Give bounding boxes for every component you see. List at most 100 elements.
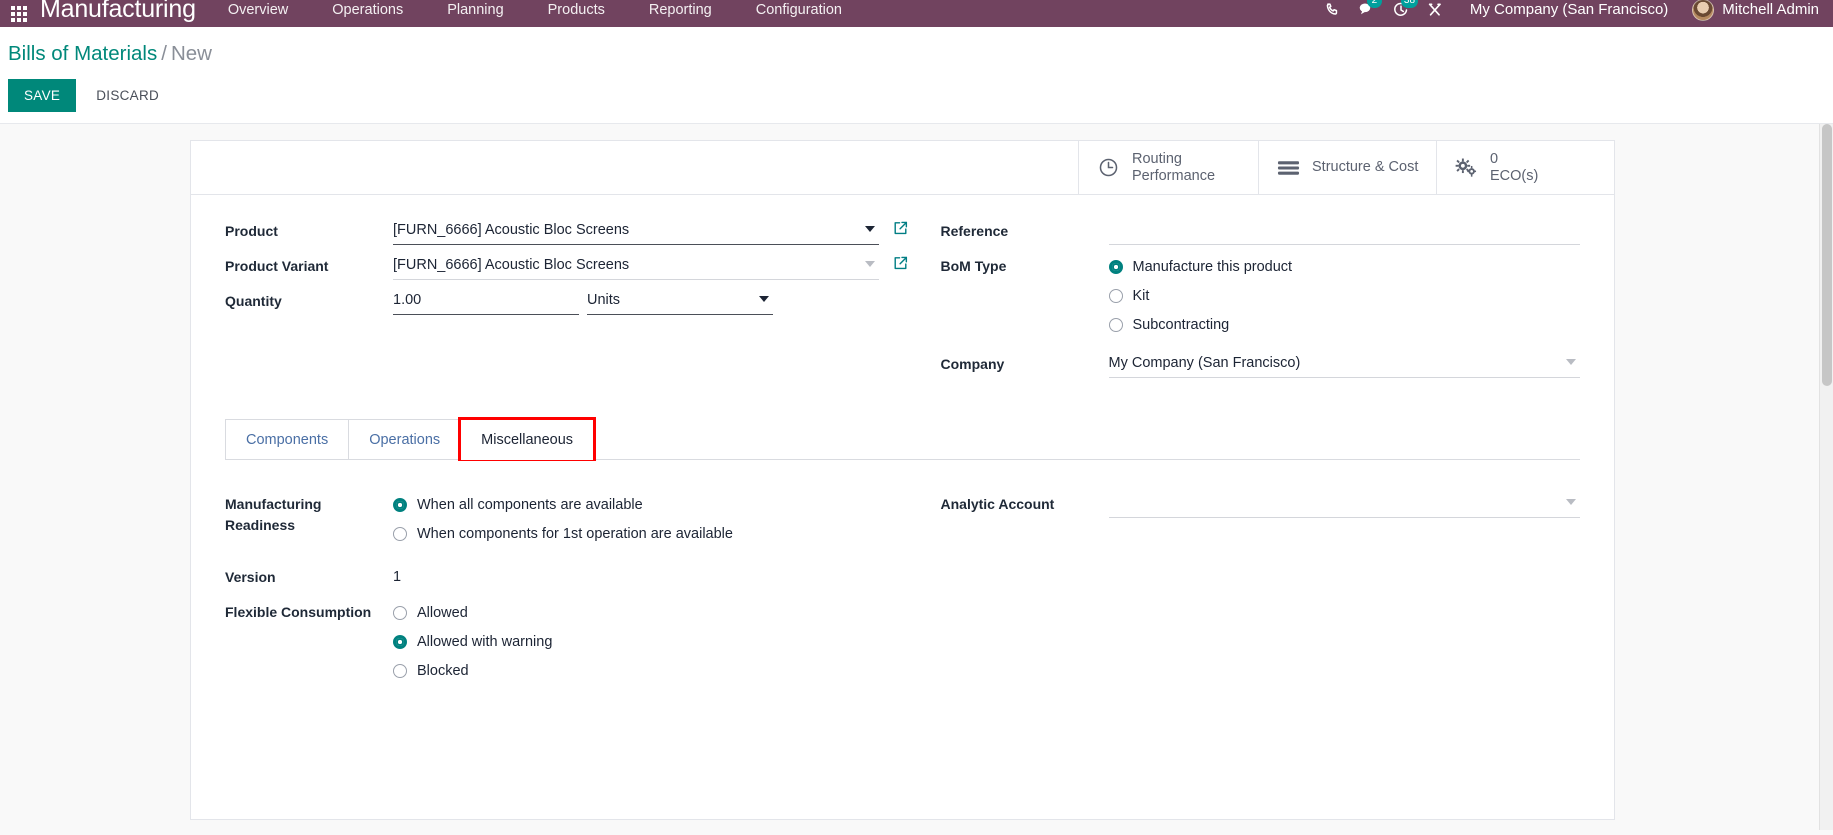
radio-icon[interactable] (393, 527, 407, 541)
messages-icon[interactable]: 2 (1350, 0, 1384, 21)
user-menu[interactable]: Mitchell Admin (1680, 0, 1819, 21)
discard-button[interactable]: DISCARD (80, 79, 175, 112)
product-input-wrap (393, 217, 879, 245)
radio-icon[interactable] (1108, 260, 1123, 274)
version-value: 1 (393, 569, 402, 585)
field-quantity: Quantity (225, 287, 879, 315)
radio-option-when-components-for-first-operation-available[interactable]: When components for 1st operation are av… (393, 520, 879, 549)
stat-button-ecos-label: ECO(s) (1490, 167, 1539, 184)
form-view-container: Routing Performance Structure & Cost 0 E… (0, 124, 1833, 830)
field-product-variant: Product Variant (225, 252, 907, 280)
radio-icon[interactable] (393, 664, 407, 678)
field-product-label: Product (225, 223, 278, 239)
menu-item-configuration[interactable]: Configuration (734, 0, 864, 23)
radio-option-allowed-with-warning[interactable]: Allowed with warning (393, 628, 879, 657)
field-product-variant-label: Product Variant (225, 258, 329, 274)
stat-button-structure-and-cost[interactable]: Structure & Cost (1258, 141, 1436, 194)
manufacturing-readiness-options: When all components are available When c… (393, 490, 879, 549)
misc-group-left: Manufacturing Readiness When all componen… (225, 490, 903, 693)
reference-input[interactable] (1108, 217, 1580, 245)
radio-option-label: Blocked (417, 663, 469, 679)
field-company: Company (941, 350, 1580, 378)
control-panel: Bills of Materials / New SAVE DISCARD (0, 27, 1833, 124)
field-version: Version 1 (225, 563, 879, 591)
radio-icon[interactable] (393, 635, 407, 649)
field-product-variant-value (393, 252, 907, 280)
breadcrumb-root-link[interactable]: Bills of Materials (8, 42, 157, 65)
menu-item-products[interactable]: Products (526, 0, 627, 23)
radio-icon[interactable] (393, 498, 407, 512)
main-group-row: Product [FURN_6666] Acoustic Bloc Screen… (225, 217, 1580, 385)
form-sheet: Routing Performance Structure & Cost 0 E… (190, 140, 1615, 820)
misc-group-row: Manufacturing Readiness When all componen… (225, 490, 1580, 693)
page-scrollbar-thumb[interactable] (1822, 124, 1832, 386)
company-switcher[interactable]: My Company (San Francisco) (1452, 1, 1680, 18)
field-flexible-consumption-label: Flexible Consumption (225, 604, 372, 620)
tab-pane-miscellaneous: Manufacturing Readiness When all componen… (225, 460, 1580, 693)
field-flexible-consumption: Flexible Consumption Allowed Allowed wit… (225, 598, 879, 686)
product-internal-link-icon[interactable] (892, 220, 910, 238)
quantity-input[interactable] (393, 287, 579, 315)
stat-button-ecos-text: 0 ECO(s) (1490, 151, 1538, 185)
field-analytic-account-value (1108, 490, 1580, 518)
phone-icon[interactable] (1316, 0, 1350, 21)
form-body: Product [FURN_6666] Acoustic Bloc Screen… (191, 195, 1614, 703)
radio-icon[interactable] (1108, 289, 1123, 303)
app-brand-title[interactable]: Manufacturing (40, 0, 196, 23)
radio-option-label: Allowed with warning (417, 634, 553, 650)
uom-input[interactable] (587, 287, 773, 315)
radio-option-label: Allowed (417, 605, 468, 621)
menu-item-reporting[interactable]: Reporting (627, 0, 734, 23)
radio-option-kit[interactable]: Kit (1108, 282, 1581, 311)
apps-grid-icon[interactable] (4, 0, 34, 27)
breadcrumb-current: New (170, 42, 212, 65)
menu-item-operations[interactable]: Operations (310, 0, 425, 23)
debug-tools-icon[interactable] (1418, 0, 1452, 21)
product-variant-input-wrap (393, 252, 879, 280)
field-manufacturing-readiness: Manufacturing Readiness When all componen… (225, 490, 879, 549)
tab-operations[interactable]: Operations (348, 419, 462, 459)
form-group-right: Reference BoM Type Manufacture this prod… (903, 217, 1581, 385)
radio-icon[interactable] (393, 606, 407, 620)
radio-option-allowed[interactable]: Allowed (393, 599, 879, 628)
manufacturing-readiness-label-line1: Manufacturing (225, 496, 322, 512)
radio-option-when-all-components-available[interactable]: When all components are available (393, 491, 879, 520)
stat-button-ecos[interactable]: 0 ECO(s) (1436, 141, 1614, 194)
field-reference-label: Reference (940, 223, 1009, 239)
field-company-value (1108, 350, 1580, 378)
form-group-left: Product [FURN_6666] Acoustic Bloc Screen… (225, 217, 907, 385)
save-button[interactable]: SAVE (8, 79, 77, 112)
field-version-label: Version (225, 569, 276, 585)
radio-icon[interactable] (1108, 318, 1123, 332)
product-input[interactable] (393, 217, 879, 245)
company-input[interactable] (1108, 350, 1580, 378)
tab-components[interactable]: Components (225, 419, 350, 459)
product-variant-input[interactable] (393, 252, 879, 280)
stat-button-ecos-value: 0 (1490, 150, 1499, 167)
top-navbar: Manufacturing Overview Operations Planni… (0, 0, 1833, 27)
page-scrollbar[interactable] (1819, 124, 1833, 830)
menu-item-planning[interactable]: Planning (425, 0, 525, 23)
navbar-systray: 2 38 My Company (San Francisco) Mitchell… (1316, 0, 1819, 21)
radio-option-label: Subcontracting (1132, 317, 1230, 333)
messages-badge: 2 (1366, 0, 1382, 8)
structure-lines-icon (1275, 160, 1301, 176)
radio-option-manufacture-this-product[interactable]: Manufacture this product (1108, 253, 1581, 282)
product-variant-internal-link-icon[interactable] (892, 255, 910, 273)
field-reference: Reference (940, 217, 1580, 245)
field-bom-type: BoM Type Manufacture this product Kit Su… (941, 252, 1581, 340)
radio-option-label: When components for 1st operation are av… (417, 526, 733, 542)
menu-item-overview[interactable]: Overview (206, 0, 310, 23)
avatar (1692, 0, 1715, 21)
radio-option-subcontracting[interactable]: Subcontracting (1108, 311, 1581, 340)
analytic-account-input[interactable] (1108, 490, 1580, 518)
field-quantity-value (393, 287, 879, 315)
field-manufacturing-readiness-label: Manufacturing Readiness (225, 490, 393, 536)
tab-miscellaneous[interactable]: Miscellaneous (458, 417, 597, 461)
quantity-number-wrap (393, 287, 579, 315)
stat-button-box: Routing Performance Structure & Cost 0 E… (191, 141, 1614, 195)
activities-clock-icon[interactable]: 38 (1384, 0, 1419, 21)
control-panel-buttons: SAVE DISCARD (0, 67, 1833, 123)
radio-option-blocked[interactable]: Blocked (393, 657, 879, 686)
stat-button-routing-performance[interactable]: Routing Performance (1078, 141, 1258, 194)
